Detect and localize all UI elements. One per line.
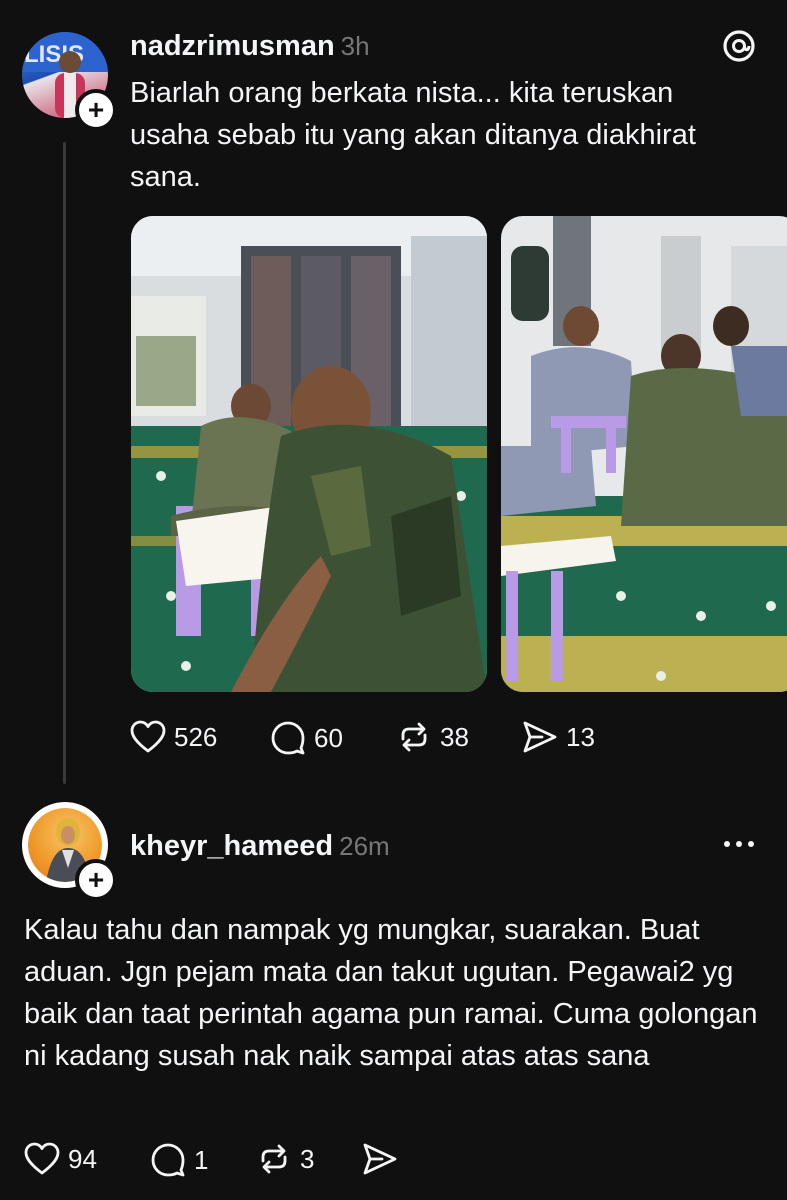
timestamp: 3h — [340, 31, 370, 61]
comment-icon — [271, 721, 305, 755]
reply-header: kheyr_hameed 26m — [130, 830, 390, 863]
heart-icon — [24, 1142, 60, 1175]
repost-icon — [401, 722, 427, 752]
post-image[interactable] — [131, 216, 487, 692]
share-button[interactable] — [362, 1142, 398, 1176]
comment-count: 60 — [314, 722, 343, 753]
follow-plus-button[interactable]: + — [75, 859, 117, 901]
username[interactable]: kheyr_hameed — [130, 830, 333, 863]
comment-button[interactable]: 1 — [150, 1142, 208, 1178]
timestamp: 26m — [339, 831, 390, 861]
comment-button[interactable]: 60 — [270, 720, 343, 756]
send-icon — [523, 721, 557, 753]
like-button[interactable]: 526 — [130, 720, 217, 754]
repost-icon — [261, 1144, 287, 1174]
repost-button[interactable]: 3 — [256, 1142, 314, 1176]
post-image[interactable] — [501, 216, 787, 692]
follow-plus-button[interactable]: + — [75, 89, 117, 131]
heart-icon — [130, 720, 166, 753]
post-header: nadzrimusman 3h — [130, 30, 370, 63]
repost-count: 38 — [440, 721, 469, 752]
repost-count: 3 — [300, 1143, 315, 1174]
repost-button[interactable]: 38 — [396, 720, 469, 754]
comment-count: 1 — [194, 1144, 209, 1175]
reply-text: Kalau tahu dan nampak yg mungkar, suarak… — [24, 914, 758, 1072]
like-count: 94 — [68, 1143, 97, 1174]
share-button[interactable]: 13 — [522, 720, 595, 754]
post-text: Biarlah orang berkata nista... kita teru… — [130, 77, 696, 193]
comment-icon — [151, 1143, 185, 1177]
share-count: 13 — [566, 721, 595, 752]
thread-line — [63, 142, 66, 784]
threads-logo-icon[interactable] — [722, 29, 756, 68]
username[interactable]: nadzrimusman — [130, 30, 335, 63]
more-icon[interactable] — [722, 832, 756, 861]
like-button[interactable]: 94 — [24, 1142, 97, 1176]
send-icon — [363, 1143, 397, 1175]
like-count: 526 — [174, 721, 218, 752]
